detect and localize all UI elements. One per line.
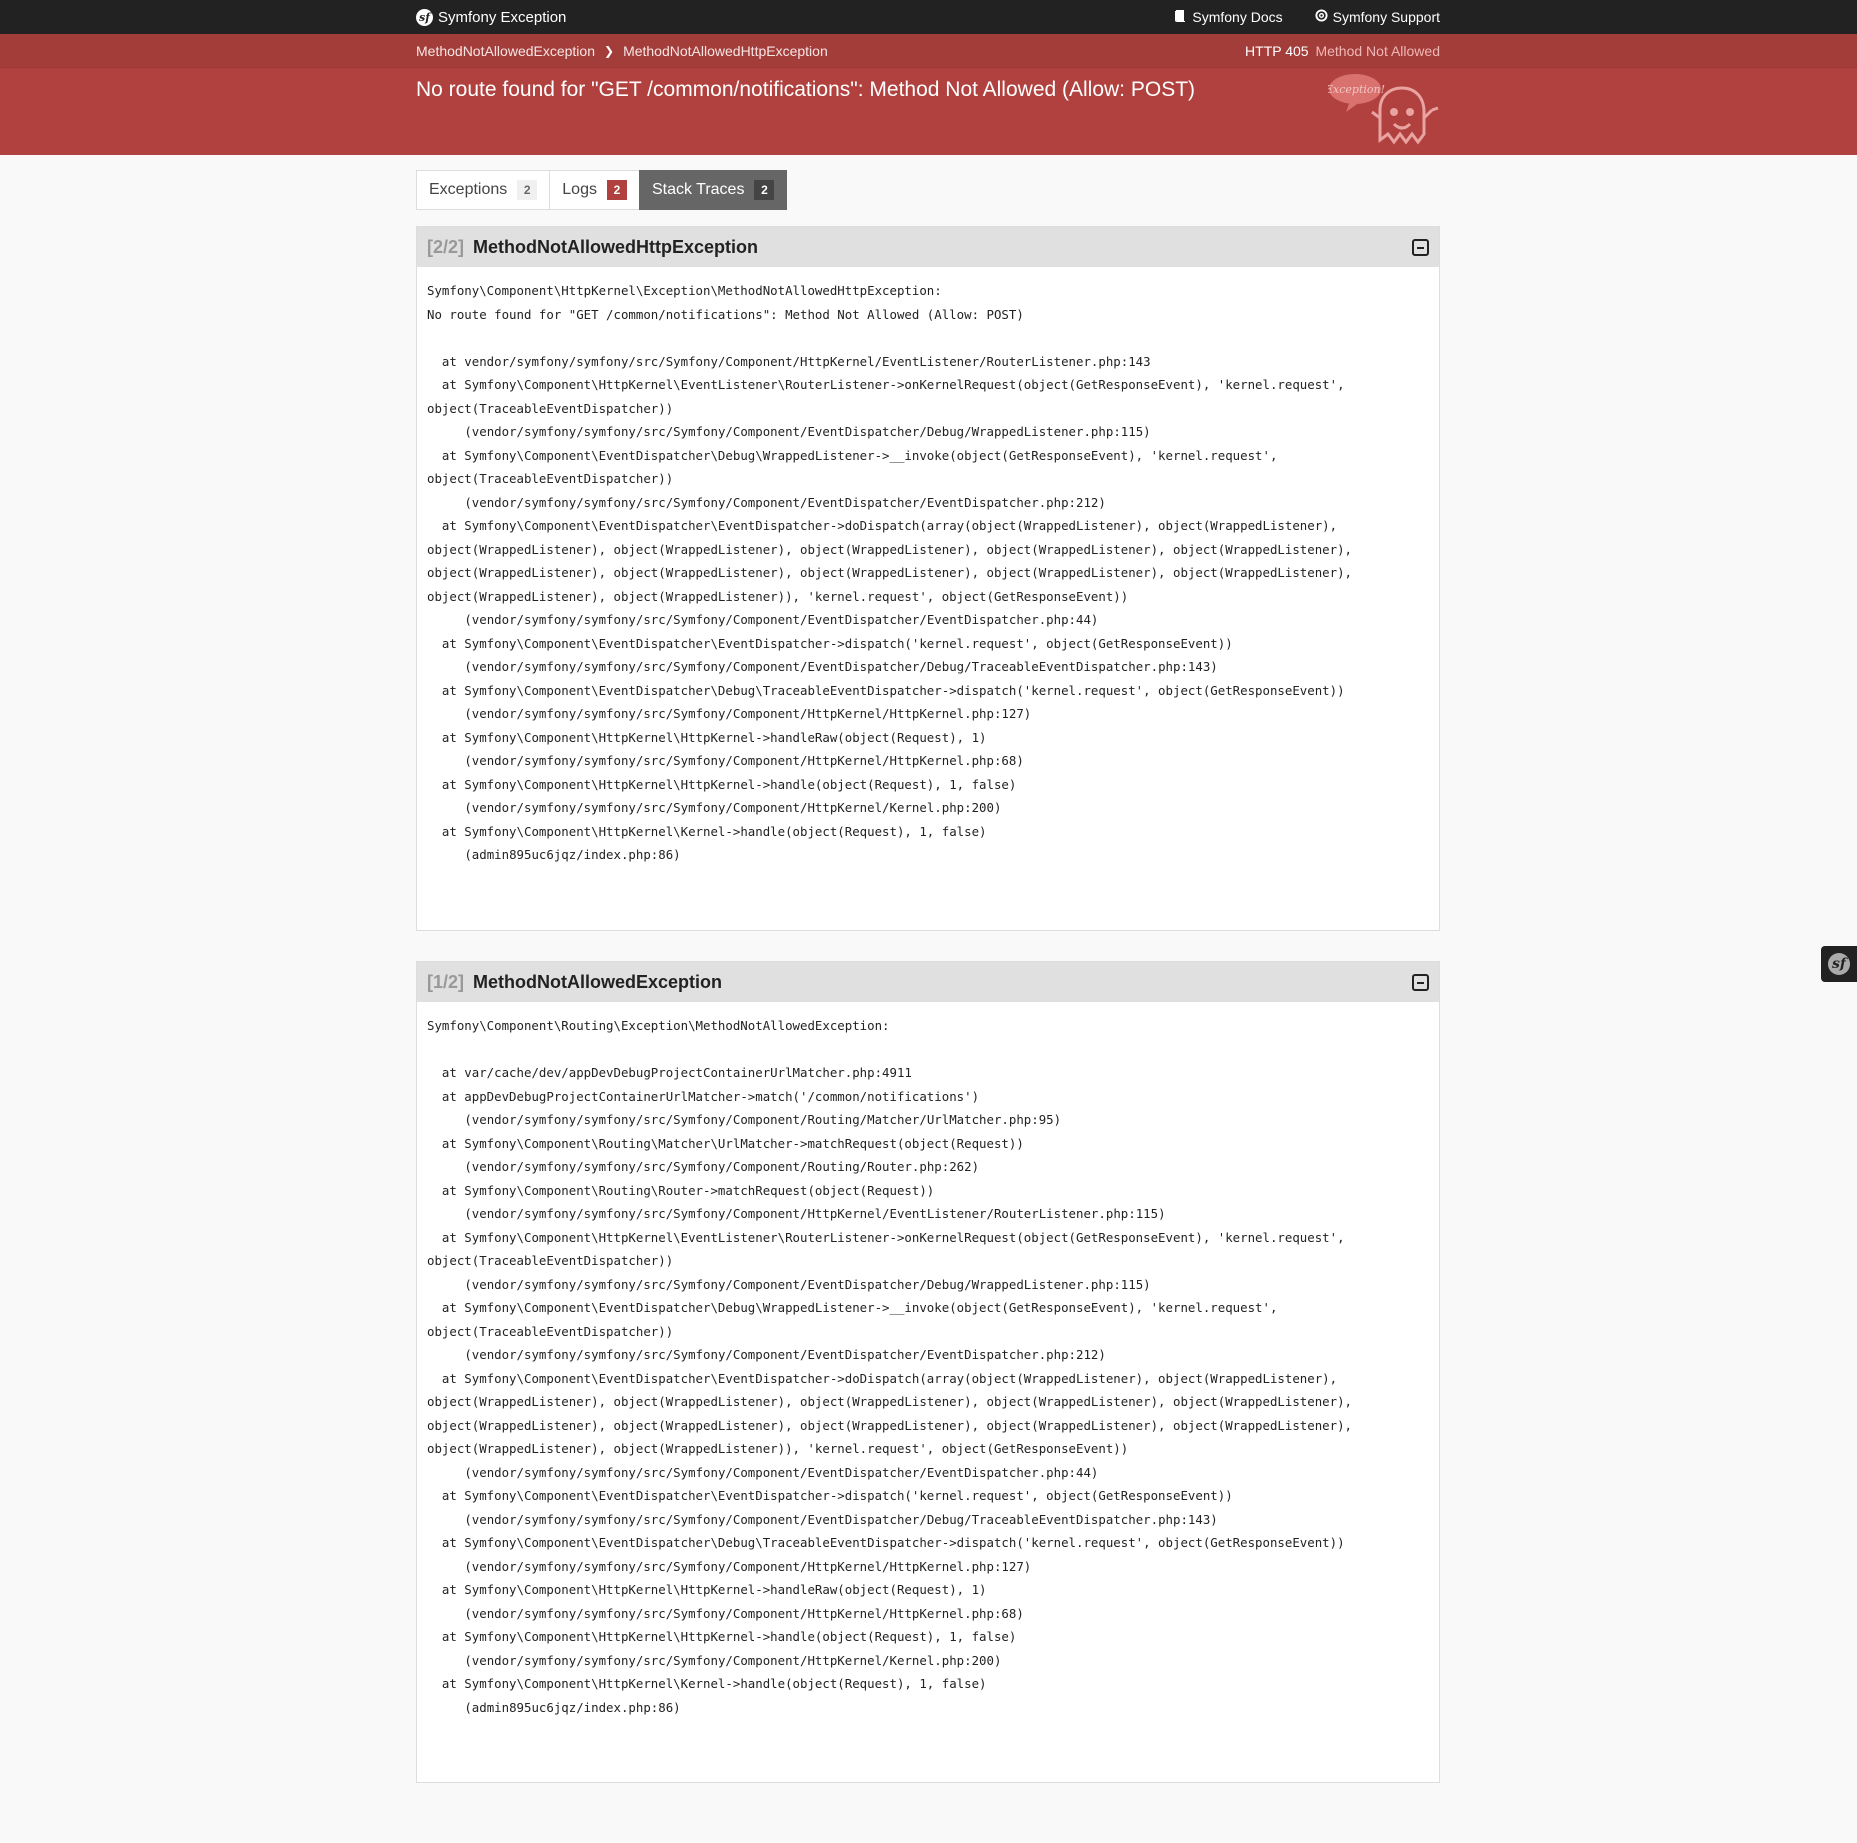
trace-header[interactable]: [2/2] MethodNotAllowedHttpException bbox=[417, 227, 1439, 267]
book-icon bbox=[1174, 9, 1187, 26]
status-code: HTTP 405 bbox=[1245, 42, 1309, 59]
trace-header[interactable]: [1/2] MethodNotAllowedException bbox=[417, 962, 1439, 1002]
http-status: HTTP 405 Method Not Allowed bbox=[1245, 43, 1440, 59]
brand[interactable]: sf Symfony Exception bbox=[416, 8, 567, 26]
tab-label: Exceptions bbox=[429, 181, 508, 198]
breadcrumb-item[interactable]: MethodNotAllowedException bbox=[416, 43, 595, 59]
breadcrumb-row: MethodNotAllowedException ❯ MethodNotAll… bbox=[0, 34, 1857, 68]
symfony-support-label: Symfony Support bbox=[1332, 9, 1440, 25]
tab-label: Stack Traces bbox=[651, 181, 745, 198]
trace-title: [1/2] MethodNotAllowedException bbox=[427, 972, 722, 993]
trace-index: [1/2] bbox=[427, 971, 465, 992]
tab-label: Logs bbox=[562, 181, 597, 198]
symfony-logo-icon: sf bbox=[416, 8, 433, 26]
trace-text: Symfony\Component\HttpKernel\Exception\M… bbox=[427, 283, 1353, 862]
trace-exception-class: MethodNotAllowedHttpException bbox=[473, 236, 759, 257]
trace-panel: [1/2] MethodNotAllowedException Symfony\… bbox=[416, 961, 1440, 1783]
collapse-icon[interactable] bbox=[1412, 973, 1429, 991]
symfony-logo-icon: sf bbox=[1828, 953, 1850, 975]
count-badge: 2 bbox=[606, 180, 627, 200]
tab-stack-traces[interactable]: Stack Traces 2 bbox=[638, 170, 788, 210]
trace-index: [2/2] bbox=[427, 236, 465, 257]
trace-panel: [2/2] MethodNotAllowedHttpException Symf… bbox=[416, 226, 1440, 931]
trace-exception-class: MethodNotAllowedException bbox=[473, 971, 723, 992]
symfony-support-link[interactable]: Symfony Support bbox=[1315, 9, 1440, 25]
brand-label: Symfony Exception bbox=[438, 8, 567, 26]
trace-title: [2/2] MethodNotAllowedHttpException bbox=[427, 237, 758, 258]
exception-message: No route found for "GET /common/notifica… bbox=[416, 78, 1196, 101]
count-badge: 2 bbox=[517, 180, 538, 200]
debug-toolbar-toggle[interactable]: sf bbox=[1821, 946, 1857, 982]
breadcrumb-item[interactable]: MethodNotAllowedHttpException bbox=[623, 43, 828, 59]
top-links: Symfony Docs Symfony Support bbox=[1142, 9, 1440, 26]
collapse-icon[interactable] bbox=[1412, 238, 1429, 256]
breadcrumb: MethodNotAllowedException ❯ MethodNotAll… bbox=[416, 43, 828, 59]
top-bar: sf Symfony Exception Symfony Docs Symfon… bbox=[0, 0, 1857, 34]
symfony-docs-label: Symfony Docs bbox=[1192, 9, 1283, 25]
ghost-bubble-text: Exception! bbox=[1328, 83, 1385, 96]
status-text: Method Not Allowed bbox=[1315, 42, 1440, 59]
exception-ghost-icon: Exception! bbox=[1328, 74, 1439, 145]
trace-text: Symfony\Component\Routing\Exception\Meth… bbox=[427, 1018, 1353, 1715]
tab-bar: Exceptions 2 Logs 2 Stack Traces 2 bbox=[416, 170, 788, 210]
lifebuoy-icon bbox=[1315, 9, 1328, 25]
tab-logs[interactable]: Logs 2 bbox=[549, 170, 640, 210]
chevron-right-icon: ❯ bbox=[604, 43, 615, 58]
symfony-docs-link[interactable]: Symfony Docs bbox=[1174, 9, 1283, 26]
tab-exceptions[interactable]: Exceptions 2 bbox=[416, 170, 551, 210]
count-badge: 2 bbox=[754, 180, 775, 200]
